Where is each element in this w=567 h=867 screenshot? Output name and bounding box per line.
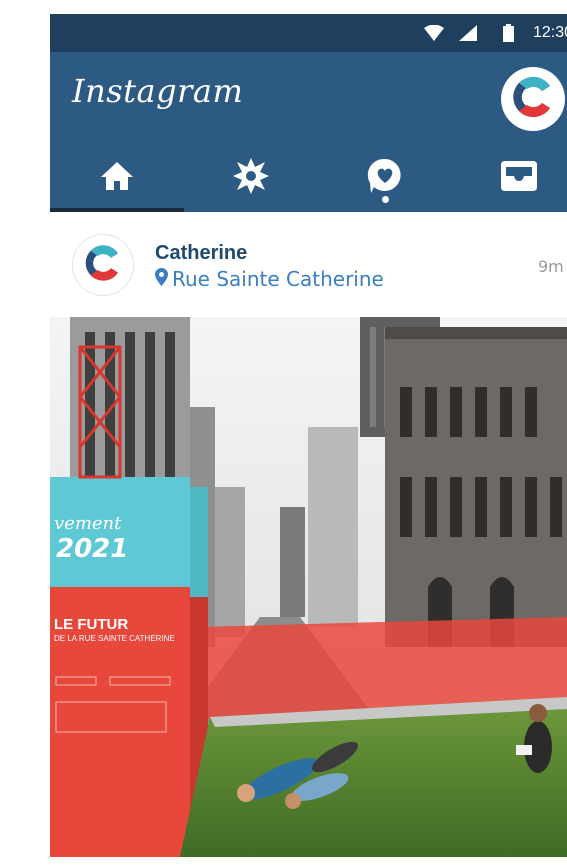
post-timestamp: 9m	[538, 257, 564, 276]
status-bar: 12:30	[50, 14, 567, 52]
post-username[interactable]: Catherine	[155, 242, 247, 265]
cell-signal-icon	[456, 14, 480, 52]
app-header: Instagram	[50, 52, 567, 212]
tab-explore[interactable]	[206, 147, 296, 209]
explore-icon	[232, 157, 270, 200]
activity-icon	[366, 157, 404, 200]
post-avatar[interactable]	[72, 234, 134, 296]
post-header: Catherine Rue Sainte Catherine 9m	[50, 212, 567, 317]
street-rendering-image: vement 2021 LE FUTUR DE LA RUE SAINTE CA…	[50, 317, 567, 857]
tab-inbox[interactable]	[474, 147, 564, 209]
profile-avatar-button[interactable]	[501, 67, 565, 131]
inbox-icon	[501, 160, 537, 196]
notification-dot	[382, 196, 389, 203]
post-photo[interactable]: vement 2021 LE FUTUR DE LA RUE SAINTE CA…	[50, 317, 567, 857]
phone-screen: 12:30 Instagram	[50, 14, 567, 867]
tab-home[interactable]	[72, 147, 162, 209]
status-time: 12:30	[533, 24, 567, 41]
map-pin-icon	[155, 267, 168, 291]
kiosk-subheading-text: DE LA RUE SAINTE CATHERINE	[54, 634, 175, 643]
catherine-logo-icon	[508, 72, 558, 127]
battery-icon	[498, 14, 518, 52]
post-location-link[interactable]: Rue Sainte Catherine	[155, 267, 384, 291]
app-title: Instagram	[72, 72, 244, 110]
post-location-label: Rue Sainte Catherine	[172, 267, 384, 291]
wifi-icon	[422, 14, 446, 52]
kiosk-heading-text: LE FUTUR	[54, 616, 128, 633]
home-icon	[99, 160, 135, 197]
catherine-logo-icon	[81, 241, 125, 290]
kiosk-script-text: vement	[54, 513, 122, 534]
kiosk-year-text: 2021	[56, 534, 128, 564]
